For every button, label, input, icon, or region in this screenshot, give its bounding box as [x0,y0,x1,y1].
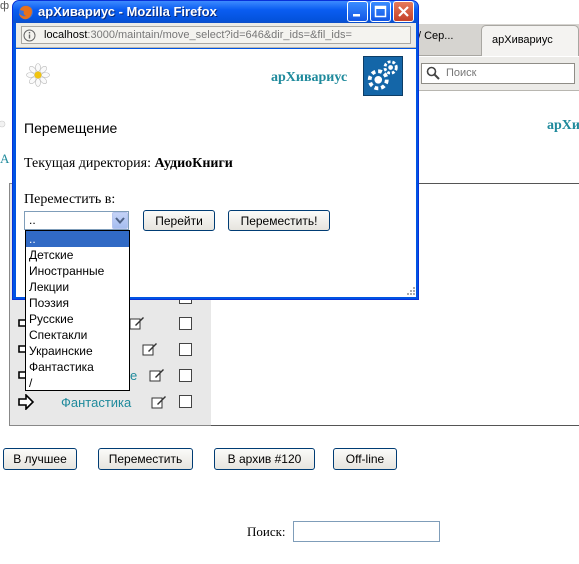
dropdown-button[interactable] [112,212,128,229]
site-logo-text[interactable]: арХивариус [271,70,347,86]
arrow-right-icon[interactable] [17,394,35,410]
url-path: :3000/maintain/move_select?id=646&dir_id… [87,29,352,41]
option-item[interactable]: Лекции [26,279,129,295]
current-directory-label: Текущая директория: [24,156,151,171]
option-item[interactable]: Фантастика [26,359,129,375]
option-item[interactable]: Детские [26,247,129,263]
edit-icon[interactable] [151,395,167,409]
edit-icon[interactable] [129,316,145,330]
option-item[interactable]: Поэзия [26,295,129,311]
option-item[interactable]: .. [26,231,129,247]
option-item[interactable]: Иностранные [26,263,129,279]
option-item[interactable]: Русские [26,311,129,327]
to-best-button[interactable]: В лучшее [3,448,77,470]
tab-active[interactable]: арХивариус [481,25,579,56]
move-to-label: Переместить в: [24,192,116,207]
offline-button[interactable]: Off-line [333,448,397,470]
chevron-down-icon [115,217,125,225]
row-checkbox[interactable] [179,343,192,356]
tab-active-label: арХивариус [492,34,553,46]
minimize-icon [353,14,360,17]
list-item-label[interactable]: Фантастика [61,395,131,410]
firefox-icon [19,5,33,20]
close-icon [398,6,409,17]
search-icon [426,66,440,80]
go-button[interactable]: Перейти [143,210,215,231]
list-item-label[interactable]: е [130,368,137,383]
site-logo-text[interactable]: арХи [547,118,579,134]
popup-titlebar[interactable]: арХивариус - Mozilla Firefox [13,1,418,23]
move-confirm-button[interactable]: Переместить! [228,210,330,231]
current-directory-value: АудиоКниги [154,156,233,171]
browser-search-input[interactable]: Поиск [421,63,575,84]
address-bar: localhost:3000/maintain/move_select?id=6… [16,23,416,48]
row-checkbox[interactable] [179,317,192,330]
resize-grip-icon[interactable] [405,285,415,295]
url-field[interactable]: localhost:3000/maintain/move_select?id=6… [21,26,411,44]
option-item[interactable]: / [26,375,129,391]
gears-logo-icon[interactable] [363,56,403,96]
current-directory: Текущая директория: АудиоКниги [24,156,233,172]
daisy-icon [0,120,6,128]
page-title: Перемещение [24,120,118,136]
edit-icon[interactable] [149,368,165,382]
row-checkbox[interactable] [179,369,192,382]
info-icon[interactable] [23,29,36,42]
destination-options-list: .. Детские Иностранные Лекции Поэзия Рус… [25,230,130,391]
search-label: Поиск: [247,524,286,539]
close-button[interactable] [393,1,414,22]
daisy-icon [26,63,50,87]
maximize-button[interactable] [370,1,391,22]
option-item[interactable]: Спектакли [26,327,129,343]
archive-button[interactable]: В архив #120 [214,448,315,470]
clipped-text: ф [0,0,10,12]
url-host: localhost [44,29,88,41]
tab-previous[interactable]: / Сер... [418,30,453,42]
maximize-icon [374,5,387,18]
row-checkbox[interactable] [179,395,192,408]
option-item[interactable]: Украинские [26,343,129,359]
popup-title: арХивариус - Mozilla Firefox [38,4,217,19]
move-button[interactable]: Переместить [98,448,193,470]
minimize-button[interactable] [347,1,368,22]
search-input[interactable] [293,521,440,542]
edit-icon[interactable] [142,342,158,356]
breadcrumb-link[interactable]: А [0,151,9,167]
